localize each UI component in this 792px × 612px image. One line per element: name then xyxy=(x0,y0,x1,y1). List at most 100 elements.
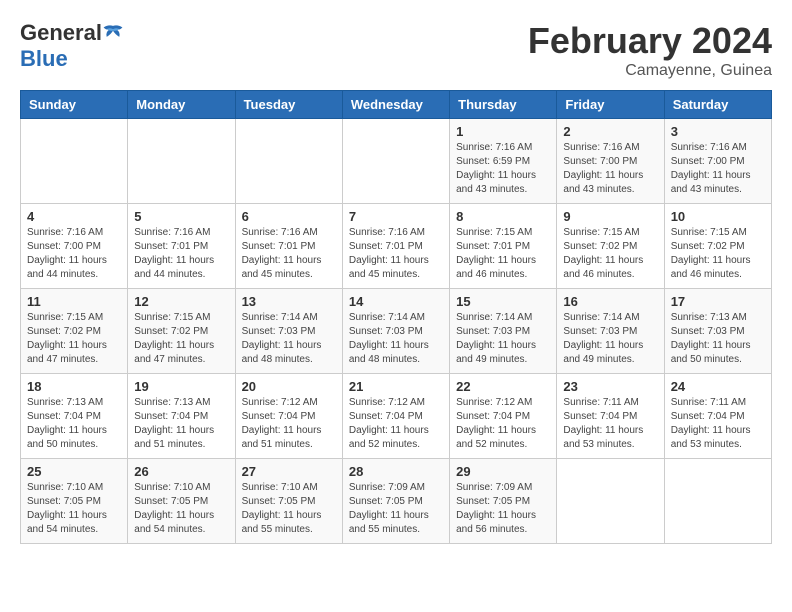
day-info: Sunrise: 7:14 AM Sunset: 7:03 PM Dayligh… xyxy=(349,311,443,367)
logo-blue-text: Blue xyxy=(20,46,68,71)
day-info: Sunrise: 7:13 AM Sunset: 7:04 PM Dayligh… xyxy=(134,396,228,452)
day-info: Sunrise: 7:09 AM Sunset: 7:05 PM Dayligh… xyxy=(456,481,550,537)
day-info: Sunrise: 7:16 AM Sunset: 7:01 PM Dayligh… xyxy=(242,226,336,282)
calendar-cell: 12Sunrise: 7:15 AM Sunset: 7:02 PM Dayli… xyxy=(128,289,235,374)
day-info: Sunrise: 7:16 AM Sunset: 7:00 PM Dayligh… xyxy=(27,226,121,282)
day-info: Sunrise: 7:13 AM Sunset: 7:04 PM Dayligh… xyxy=(27,396,121,452)
day-info: Sunrise: 7:15 AM Sunset: 7:02 PM Dayligh… xyxy=(134,311,228,367)
header-cell-sunday: Sunday xyxy=(21,91,128,119)
calendar-cell: 26 Sunrise: 7:10 AM Sunset: 7:05 PM Dayli… xyxy=(128,459,235,544)
calendar-cell: 3 Sunrise: 7:16 AM Sunset: 7:00 PM Daylig… xyxy=(664,119,771,204)
calendar-cell: 16 Sunrise: 7:14 AM Sunset: 7:03 PM Dayli… xyxy=(557,289,664,374)
month-year-title: February 2024 xyxy=(528,20,772,62)
day-info: Sunrise: 7:11 AM Sunset: 7:04 PM Dayligh… xyxy=(563,396,657,452)
calendar-cell: 21 Sunrise: 7:12 AM Sunset: 7:04 PM Dayli… xyxy=(342,374,449,459)
day-number: 16 xyxy=(563,294,657,309)
day-info: Sunrise: 7:14 AM Sunset: 7:03 PM Dayligh… xyxy=(242,311,336,367)
day-number: 27 xyxy=(242,464,336,479)
day-info: Sunrise: 7:10 AM Sunset: 7:05 PM Dayligh… xyxy=(242,481,336,537)
calendar-week-row: 25 Sunrise: 7:10 AM Sunset: 7:05 PM Dayli… xyxy=(21,459,772,544)
day-number: 4 xyxy=(27,209,121,224)
day-info: Sunrise: 7:12 AM Sunset: 7:04 PM Dayligh… xyxy=(242,396,336,452)
header-cell-thursday: Thursday xyxy=(450,91,557,119)
calendar-table: SundayMondayTuesdayWednesdayThursdayFrid… xyxy=(20,90,772,544)
calendar-cell xyxy=(342,119,449,204)
day-number: 22 xyxy=(456,379,550,394)
day-number: 3 xyxy=(671,124,765,139)
day-info: Sunrise: 7:14 AM Sunset: 7:03 PM Dayligh… xyxy=(456,311,550,367)
day-info: Sunrise: 7:15 AM Sunset: 7:01 PM Dayligh… xyxy=(456,226,550,282)
day-number: 21 xyxy=(349,379,443,394)
calendar-header-row: SundayMondayTuesdayWednesdayThursdayFrid… xyxy=(21,91,772,119)
logo-bird-icon xyxy=(102,23,124,43)
day-number: 2 xyxy=(563,124,657,139)
calendar-cell: 10Sunrise: 7:15 AM Sunset: 7:02 PM Dayli… xyxy=(664,204,771,289)
logo-general-text: General xyxy=(20,20,102,46)
day-number: 1 xyxy=(456,124,550,139)
header-cell-tuesday: Tuesday xyxy=(235,91,342,119)
logo: General Blue xyxy=(20,20,124,72)
day-info: Sunrise: 7:11 AM Sunset: 7:04 PM Dayligh… xyxy=(671,396,765,452)
day-number: 28 xyxy=(349,464,443,479)
calendar-cell: 9 Sunrise: 7:15 AM Sunset: 7:02 PM Daylig… xyxy=(557,204,664,289)
header-cell-saturday: Saturday xyxy=(664,91,771,119)
day-number: 19 xyxy=(134,379,228,394)
calendar-cell: 8Sunrise: 7:15 AM Sunset: 7:01 PM Daylig… xyxy=(450,204,557,289)
calendar-week-row: 18 Sunrise: 7:13 AM Sunset: 7:04 PM Dayli… xyxy=(21,374,772,459)
calendar-cell: 25 Sunrise: 7:10 AM Sunset: 7:05 PM Dayli… xyxy=(21,459,128,544)
calendar-cell: 24 Sunrise: 7:11 AM Sunset: 7:04 PM Dayli… xyxy=(664,374,771,459)
calendar-cell: 7 Sunrise: 7:16 AM Sunset: 7:01 PM Daylig… xyxy=(342,204,449,289)
calendar-cell xyxy=(21,119,128,204)
day-number: 20 xyxy=(242,379,336,394)
day-info: Sunrise: 7:16 AM Sunset: 7:00 PM Dayligh… xyxy=(671,141,765,197)
day-number: 14 xyxy=(349,294,443,309)
calendar-cell: 4 Sunrise: 7:16 AM Sunset: 7:00 PM Daylig… xyxy=(21,204,128,289)
calendar-cell: 11 Sunrise: 7:15 AM Sunset: 7:02 PM Dayli… xyxy=(21,289,128,374)
calendar-week-row: 4 Sunrise: 7:16 AM Sunset: 7:00 PM Daylig… xyxy=(21,204,772,289)
calendar-cell: 13 Sunrise: 7:14 AM Sunset: 7:03 PM Dayli… xyxy=(235,289,342,374)
day-number: 24 xyxy=(671,379,765,394)
day-number: 11 xyxy=(27,294,121,309)
day-info: Sunrise: 7:16 AM Sunset: 7:01 PM Dayligh… xyxy=(134,226,228,282)
day-number: 25 xyxy=(27,464,121,479)
day-info: Sunrise: 7:15 AM Sunset: 7:02 PM Dayligh… xyxy=(27,311,121,367)
day-number: 10 xyxy=(671,209,765,224)
day-info: Sunrise: 7:14 AM Sunset: 7:03 PM Dayligh… xyxy=(563,311,657,367)
calendar-cell: 22 Sunrise: 7:12 AM Sunset: 7:04 PM Dayli… xyxy=(450,374,557,459)
calendar-cell: 27 Sunrise: 7:10 AM Sunset: 7:05 PM Dayli… xyxy=(235,459,342,544)
day-info: Sunrise: 7:15 AM Sunset: 7:02 PM Dayligh… xyxy=(563,226,657,282)
day-number: 18 xyxy=(27,379,121,394)
calendar-cell: 29 Sunrise: 7:09 AM Sunset: 7:05 PM Dayli… xyxy=(450,459,557,544)
day-number: 13 xyxy=(242,294,336,309)
day-info: Sunrise: 7:10 AM Sunset: 7:05 PM Dayligh… xyxy=(134,481,228,537)
calendar-cell: 6Sunrise: 7:16 AM Sunset: 7:01 PM Daylig… xyxy=(235,204,342,289)
title-area: February 2024 Camayenne, Guinea xyxy=(528,20,772,80)
calendar-cell: 17 Sunrise: 7:13 AM Sunset: 7:03 PM Dayli… xyxy=(664,289,771,374)
header-cell-wednesday: Wednesday xyxy=(342,91,449,119)
day-number: 17 xyxy=(671,294,765,309)
page-header: General Blue February 2024 Camayenne, Gu… xyxy=(20,20,772,80)
day-info: Sunrise: 7:09 AM Sunset: 7:05 PM Dayligh… xyxy=(349,481,443,537)
day-number: 29 xyxy=(456,464,550,479)
header-cell-friday: Friday xyxy=(557,91,664,119)
calendar-cell: 1Sunrise: 7:16 AM Sunset: 6:59 PM Daylig… xyxy=(450,119,557,204)
calendar-cell xyxy=(128,119,235,204)
day-number: 26 xyxy=(134,464,228,479)
calendar-cell: 5Sunrise: 7:16 AM Sunset: 7:01 PM Daylig… xyxy=(128,204,235,289)
day-info: Sunrise: 7:12 AM Sunset: 7:04 PM Dayligh… xyxy=(349,396,443,452)
day-number: 7 xyxy=(349,209,443,224)
calendar-cell: 28 Sunrise: 7:09 AM Sunset: 7:05 PM Dayli… xyxy=(342,459,449,544)
calendar-cell: 19 Sunrise: 7:13 AM Sunset: 7:04 PM Dayli… xyxy=(128,374,235,459)
day-number: 9 xyxy=(563,209,657,224)
header-cell-monday: Monday xyxy=(128,91,235,119)
day-info: Sunrise: 7:16 AM Sunset: 7:01 PM Dayligh… xyxy=(349,226,443,282)
calendar-cell: 18 Sunrise: 7:13 AM Sunset: 7:04 PM Dayli… xyxy=(21,374,128,459)
day-info: Sunrise: 7:10 AM Sunset: 7:05 PM Dayligh… xyxy=(27,481,121,537)
day-info: Sunrise: 7:12 AM Sunset: 7:04 PM Dayligh… xyxy=(456,396,550,452)
day-info: Sunrise: 7:16 AM Sunset: 7:00 PM Dayligh… xyxy=(563,141,657,197)
calendar-cell xyxy=(235,119,342,204)
day-info: Sunrise: 7:13 AM Sunset: 7:03 PM Dayligh… xyxy=(671,311,765,367)
calendar-cell: 2 Sunrise: 7:16 AM Sunset: 7:00 PM Daylig… xyxy=(557,119,664,204)
calendar-cell xyxy=(664,459,771,544)
day-number: 15 xyxy=(456,294,550,309)
